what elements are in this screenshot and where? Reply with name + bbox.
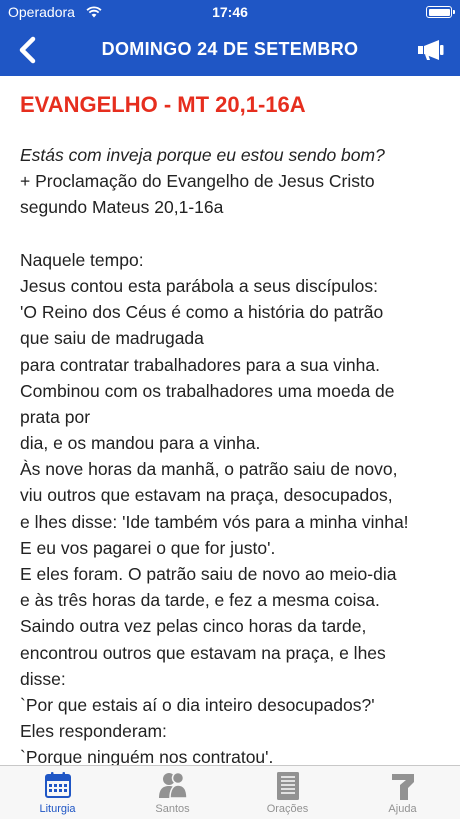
calendar-icon (44, 771, 72, 804)
tab-liturgia[interactable]: Liturgia (0, 766, 115, 819)
reading-line: dia, e os mandou para a vinha. (20, 433, 261, 454)
reading-line: 'O Reino dos Céus é como a história do p… (20, 302, 384, 323)
reading-content[interactable]: EVANGELHO - MT 20,1-16A Estás com inveja… (0, 76, 460, 765)
reading-line: disse: (20, 668, 66, 689)
tab-label: Ajuda (388, 803, 417, 815)
reading-line: viu outros que estavam na praça, desocup… (20, 485, 393, 506)
reading-line: Naquele tempo: (20, 249, 144, 270)
reading-line: segundo Mateus 20,1-16a (20, 197, 224, 218)
tab-bar: Liturgia Santos Orações Ajuda (0, 765, 460, 819)
reading-line: e às três horas da tarde, e fez a mesma … (20, 590, 380, 611)
reading-line: encontrou outros que estavam na praça, e… (20, 642, 386, 663)
tab-label: Liturgia (39, 803, 76, 815)
book-icon (275, 771, 301, 806)
reading-line: e lhes disse: 'Ide também vós para a min… (20, 511, 409, 532)
reading-line: Saindo outra vez pelas cinco horas da ta… (20, 616, 367, 637)
reading-line: Estás com inveja porque eu estou sendo b… (20, 145, 385, 165)
people-icon (158, 771, 188, 804)
chevron-left-icon (19, 36, 36, 64)
reading-line: Eles responderam: (20, 721, 167, 742)
reading-line: Jesus contou esta parábola a seus discíp… (20, 275, 378, 296)
reading-line: Às nove horas da manhã, o patrão saiu de… (20, 459, 398, 480)
megaphone-icon (418, 40, 444, 60)
reading-line: para contratar trabalhadores para a sua … (20, 354, 380, 375)
reading-line: `Por que estais aí o dia inteiro desocup… (20, 694, 375, 715)
back-button[interactable] (10, 34, 44, 66)
reading-text: Estás com inveja porque eu estou sendo b… (20, 142, 450, 765)
reading-title: EVANGELHO - MT 20,1-16A (20, 92, 306, 117)
tab-santos[interactable]: Santos (115, 766, 230, 819)
page-title: DOMINGO 24 DE SETEMBRO (101, 39, 359, 59)
reading-line: Combinou com os trabalhadores uma moeda … (20, 380, 395, 401)
status-bar: Operadora 17:46 (0, 0, 460, 24)
tab-ajuda[interactable]: Ajuda (345, 766, 460, 819)
reading-line: prata por (20, 406, 91, 427)
tab-label: Orações (266, 803, 309, 815)
reading-line: que saiu de madrugada (20, 328, 204, 349)
tab-label: Santos (155, 803, 190, 815)
tab-oracoes[interactable]: Orações (230, 766, 345, 819)
status-time: 17:46 (212, 4, 248, 20)
reading-line: + Proclamação do Evangelho de Jesus Cris… (20, 171, 375, 192)
reading-line: E eu vos pagarei o que for justo'. (20, 537, 276, 558)
reading-line: E eles foram. O patrão saiu de novo ao m… (20, 564, 397, 584)
speaker-button[interactable] (414, 35, 448, 65)
battery-icon (426, 6, 455, 18)
reading-line: `Porque ninguém nos contratou'. (20, 747, 274, 765)
nav-bar: DOMINGO 24 DE SETEMBRO (0, 24, 460, 76)
help-icon (389, 771, 417, 806)
